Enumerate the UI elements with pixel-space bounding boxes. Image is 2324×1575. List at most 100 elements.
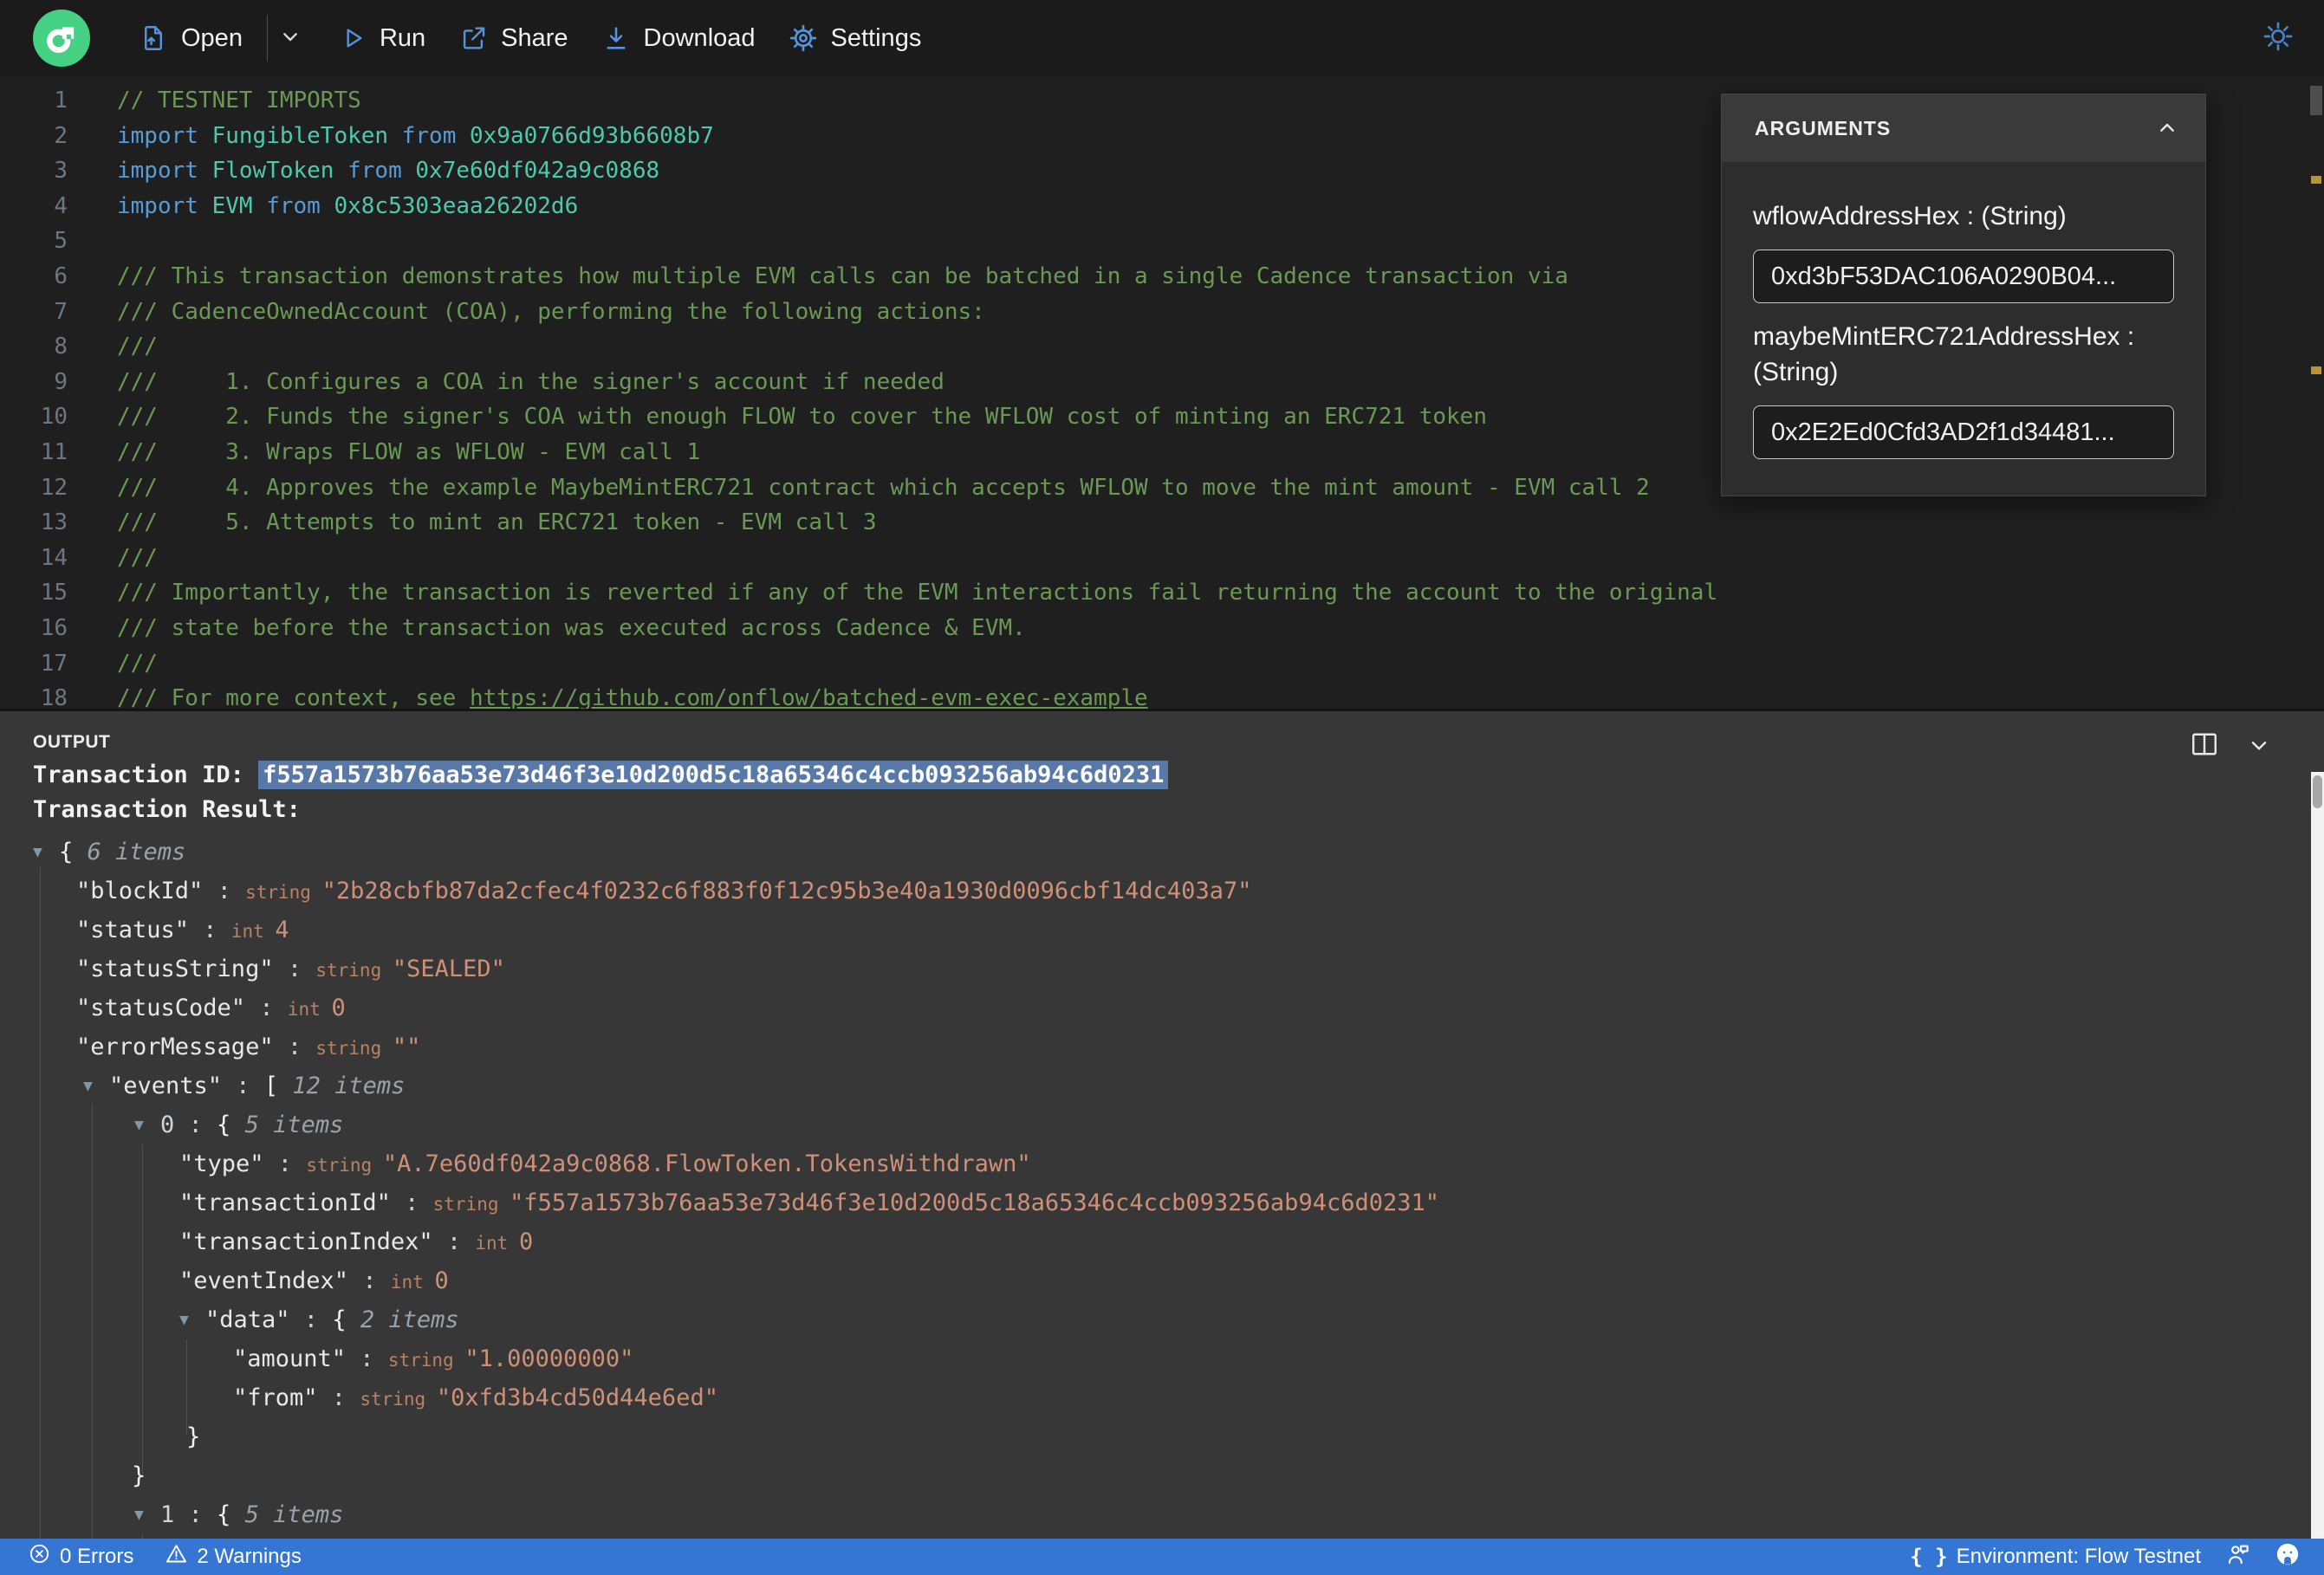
output-panel: OUTPUT Transaction ID: f557a1573b76aa53e… (0, 709, 2324, 1539)
warnings-status[interactable]: 2 Warnings (165, 1542, 302, 1572)
chevron-up-icon[interactable] (2153, 114, 2181, 142)
json-key: "data" (205, 1306, 290, 1333)
json-tree-row: "transactionId" : string "f557a1573b76aa… (0, 1183, 2305, 1222)
share-button[interactable]: Share (458, 23, 568, 53)
download-icon (601, 23, 631, 53)
json-brace: { (332, 1306, 360, 1333)
settings-button[interactable]: Settings (789, 23, 921, 53)
json-colon: : (348, 1267, 391, 1294)
environment-selector[interactable]: { } Environment: Flow Testnet (1910, 1545, 2201, 1569)
json-str: "2b28cbfb87da2cfec4f0232c6f883f0f12c95b3… (321, 878, 1252, 904)
warning-marker (2311, 176, 2321, 184)
json-note: 12 items (292, 1073, 406, 1099)
collapse-toggle-icon[interactable]: ▼ (83, 1066, 109, 1105)
collapse-toggle-icon[interactable]: ▼ (33, 833, 59, 872)
json-tree-row: ▼{ 6 items (0, 833, 2305, 872)
code-line: 16 /// state before the transaction was e… (0, 611, 2324, 646)
play-icon (339, 24, 367, 52)
arguments-panel-header[interactable]: ARGUMENTS (1722, 94, 2205, 162)
code-text: /// 3. Wraps FLOW as WFLOW - EVM call 1 (68, 435, 700, 470)
code-token: /// 5. Attempts to mint an ERC721 token … (117, 509, 877, 536)
download-button[interactable]: Download (601, 23, 756, 53)
code-text: /// 2. Funds the signer's COA with enoug… (68, 399, 1487, 435)
transaction-id-row: Transaction ID: f557a1573b76aa53e73d46f3… (33, 761, 1169, 789)
status-bar-left: 0 Errors 2 Warnings (28, 1542, 302, 1572)
json-tree-row: ▼ 0 : { 5 items (0, 1105, 2305, 1144)
json-brace: } (186, 1423, 201, 1450)
editor-scrollbar-thumb[interactable] (2310, 86, 2322, 115)
json-tree-row: ▼ "data" : { 2 items (0, 1300, 2305, 1339)
github-link[interactable] (2275, 1542, 2300, 1572)
code-line: 14 /// (0, 541, 2324, 576)
arguments-panel-body: wflowAddressHex : (String) maybeMintERC7… (1722, 162, 2205, 496)
code-text: // TESTNET IMPORTS (68, 83, 361, 119)
flow-runner-app: { "toolbar": { "open_label": "Open", "ru… (0, 0, 2324, 1575)
code-token: /// 4. Approves the example MaybeMintERC… (117, 474, 1650, 501)
toolbar-separator (266, 15, 268, 62)
code-link[interactable]: https://github.com/onflow/batched-evm-ex… (470, 685, 1148, 711)
line-number: 5 (54, 228, 68, 255)
json-num: 4 (275, 917, 289, 943)
open-button[interactable]: Open (139, 23, 243, 53)
collapse-toggle-icon[interactable]: ▼ (179, 1300, 205, 1339)
run-button[interactable]: Run (339, 24, 425, 53)
json-colon: : (189, 917, 231, 943)
json-typ: int (287, 999, 332, 1020)
output-scrollbar-track[interactable] (2311, 772, 2324, 1539)
feedback-button[interactable] (2225, 1541, 2251, 1573)
json-str: "SEALED" (392, 956, 505, 982)
errors-status[interactable]: 0 Errors (28, 1542, 133, 1572)
code-token: /// For more context, see (117, 685, 470, 712)
code-token: from (388, 122, 470, 149)
code-text: /// Importantly, the transaction is reve… (68, 575, 1717, 611)
code-text: /// state before the transaction was exe… (68, 611, 1026, 646)
collapse-output-chevron-icon[interactable] (2244, 730, 2274, 764)
split-panel-icon[interactable] (2189, 729, 2220, 764)
code-token: from (252, 192, 334, 219)
code-text: /// (68, 329, 158, 365)
download-label: Download (643, 23, 756, 52)
json-brace: { (217, 1112, 245, 1138)
flow-logo-icon (33, 10, 90, 67)
json-colon: : (273, 956, 316, 982)
json-tree-row: "status" : int 4 (0, 911, 2305, 950)
errors-count: 0 Errors (60, 1545, 134, 1568)
collapse-toggle-icon[interactable]: ▼ (134, 1495, 160, 1534)
line-number: 4 (54, 192, 68, 219)
json-typ: int (390, 1272, 435, 1293)
json-tree-row: "type" : string "A.7e60df042a9c0868.Flow… (0, 1144, 2305, 1183)
open-label: Open (181, 23, 243, 52)
json-colon: : (222, 1073, 264, 1099)
code-token: /// This transaction demonstrates how mu… (117, 262, 1568, 289)
output-title: OUTPUT (33, 732, 111, 752)
open-file-icon (139, 23, 168, 53)
warning-triangle-icon (165, 1542, 188, 1572)
line-number: 6 (54, 262, 68, 289)
json-tree-row: "transactionIndex" : int 0 (0, 1222, 2305, 1261)
code-token: /// CadenceOwnedAccount (COA), performin… (117, 298, 985, 325)
json-tree-row: "statusCode" : int 0 (0, 988, 2305, 1027)
line-number: 3 (54, 158, 68, 185)
maybe-mint-erc721-address-input[interactable] (1753, 405, 2174, 459)
collapse-toggle-icon[interactable]: ▼ (134, 1105, 160, 1144)
output-scrollbar-thumb[interactable] (2313, 775, 2322, 808)
argument-label: wflowAddressHex : (String) (1753, 202, 2067, 230)
code-token: 0x8c5303eaa26202d6 (334, 192, 579, 219)
theme-toggle-button[interactable] (2262, 20, 2295, 57)
json-tree-row: } (0, 1417, 2305, 1456)
code-token: /// Importantly, the transaction is reve… (117, 580, 1718, 606)
json-colon: : (346, 1345, 388, 1372)
line-number: 10 (40, 404, 68, 431)
line-number: 13 (40, 509, 68, 536)
code-text: import FlowToken from 0x7e60df042a9c0868 (68, 153, 659, 189)
code-token: /// state before the transaction was exe… (117, 614, 1026, 641)
open-dropdown-button[interactable] (276, 23, 304, 55)
json-key: "transactionId" (179, 1189, 391, 1216)
code-line: 15 /// Importantly, the transaction is re… (0, 575, 2324, 611)
indent-guide (142, 1144, 143, 1475)
argument-label: maybeMintERC721AddressHex : (String) (1753, 322, 2135, 386)
line-number: 14 (40, 544, 68, 571)
warnings-count: 2 Warnings (197, 1545, 302, 1568)
wflow-address-input[interactable] (1753, 250, 2174, 303)
error-circle-icon (28, 1542, 51, 1572)
